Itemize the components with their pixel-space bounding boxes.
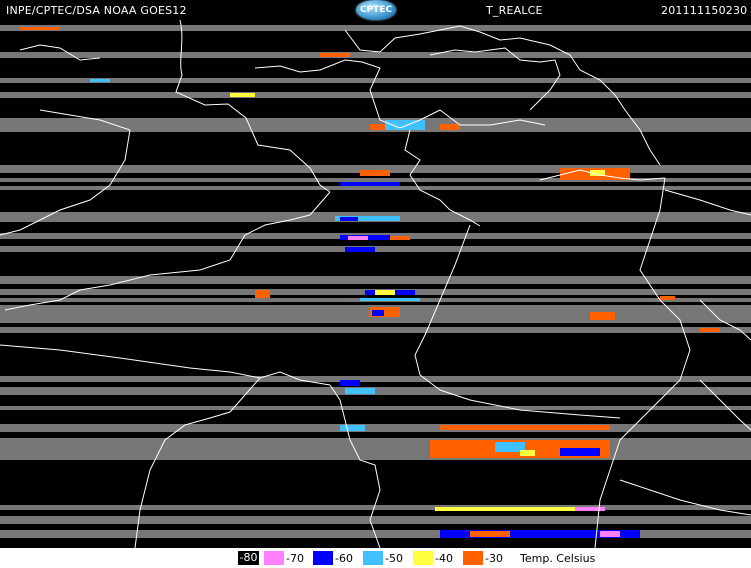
legend-item-minus70: -70 bbox=[264, 551, 304, 565]
legend-item-minus60: -60 bbox=[313, 551, 353, 565]
legend-item-minus50: -50 bbox=[363, 551, 403, 565]
legend-item-minus30: -30 bbox=[463, 551, 503, 565]
temperature-legend: -80 -70 -60 -50 -40 -30 Temp. Celsius bbox=[0, 548, 751, 568]
legend-swatch-minus80: -80 bbox=[238, 551, 259, 565]
product-label: T_REALCE bbox=[486, 4, 543, 17]
legend-label-minus30: -30 bbox=[485, 551, 503, 565]
legend-item-minus40: -40 bbox=[413, 551, 453, 565]
legend-swatch-minus70 bbox=[264, 551, 284, 565]
satellite-map bbox=[0, 19, 751, 548]
legend-label-minus50: -50 bbox=[385, 551, 403, 565]
cptec-logo: CPTEC bbox=[356, 0, 396, 20]
source-label: INPE/CPTEC/DSA NOAA GOES12 bbox=[6, 4, 187, 17]
legend-label-minus60: -60 bbox=[335, 551, 353, 565]
legend-swatch-minus30 bbox=[463, 551, 483, 565]
legend-label-minus40: -40 bbox=[435, 551, 453, 565]
satellite-image-frame: INPE/CPTEC/DSA NOAA GOES12 CPTEC T_REALC… bbox=[0, 0, 751, 568]
timestamp-label: 201111150230 bbox=[661, 4, 748, 17]
legend-swatch-minus50 bbox=[363, 551, 383, 565]
legend-swatch-minus40 bbox=[413, 551, 433, 565]
legend-title: Temp. Celsius bbox=[520, 552, 596, 565]
legend-swatch-minus60 bbox=[313, 551, 333, 565]
cloud-scan-strips bbox=[0, 25, 751, 538]
legend-label-minus70: -70 bbox=[286, 551, 304, 565]
legend-item-minus80: -80 bbox=[238, 551, 259, 565]
